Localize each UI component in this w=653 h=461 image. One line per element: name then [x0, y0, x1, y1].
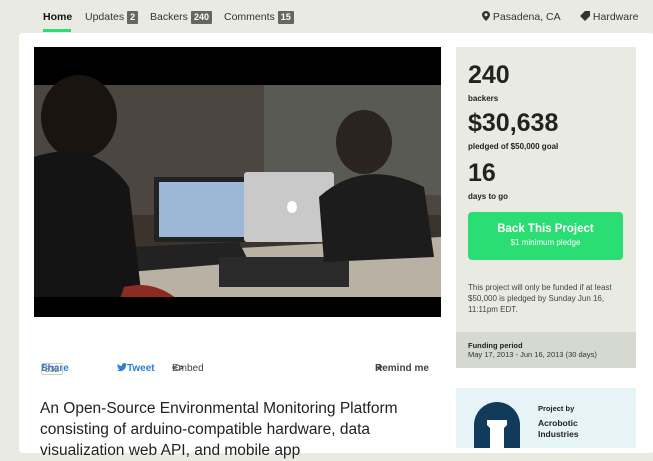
- top-nav: Home Updates 2 Backers 240 Comments 15 Pasa…: [0, 0, 653, 34]
- tab-backers[interactable]: Backers 240: [150, 11, 212, 24]
- tab-comments-label: Comments: [224, 11, 275, 23]
- minimum-pledge-label: $1 minimum pledge: [510, 238, 581, 247]
- tab-updates-label: Updates: [85, 11, 125, 23]
- project-title: An Open-Source Environmental Monitoring …: [40, 400, 398, 459]
- tweet-button[interactable]: Tweet: [117, 363, 155, 374]
- back-project-button[interactable]: Back This Project $1 minimum pledge: [468, 212, 623, 260]
- comments-count-badge: 15: [277, 11, 294, 24]
- backers-count-badge: 240: [190, 11, 212, 24]
- creator-logo[interactable]: [474, 402, 520, 448]
- back-project-label: Back This Project: [497, 223, 594, 235]
- category-label: Hardware: [592, 11, 639, 23]
- backers-label: backers: [468, 94, 499, 103]
- share-count: 832: [41, 363, 64, 375]
- active-tab-indicator: [43, 29, 71, 32]
- embed-label: Embed: [172, 363, 204, 374]
- location-label: Pasadena, CA: [492, 11, 561, 23]
- days-to-go-label: days to go: [468, 192, 509, 201]
- tab-comments[interactable]: Comments 15: [224, 11, 294, 24]
- video-thumbnail: [34, 47, 441, 317]
- tag-icon: [580, 11, 590, 21]
- funding-period: Funding period May 17, 2013 - Jun 16, 20…: [456, 332, 636, 368]
- creator-box: Project by Acrobotic Industries: [456, 388, 636, 448]
- project-video[interactable]: [34, 47, 441, 317]
- days-to-go-count: 16: [468, 159, 496, 187]
- tab-home[interactable]: Home: [43, 11, 72, 23]
- location-pin-icon: [482, 11, 490, 21]
- updates-count-badge: 2: [127, 11, 139, 24]
- creator-name[interactable]: Acrobotic Industries: [538, 418, 598, 440]
- pledged-amount: $30,638: [468, 109, 559, 137]
- funding-period-heading: Funding period: [468, 341, 523, 350]
- tab-backers-label: Backers: [150, 11, 188, 23]
- category-link[interactable]: Hardware: [580, 11, 638, 23]
- keystone-logo-icon: [487, 420, 507, 448]
- twitter-icon: [117, 363, 127, 372]
- location-link[interactable]: Pasadena, CA: [482, 11, 561, 23]
- funding-period-value: May 17, 2013 - Jun 16, 2013 (30 days): [468, 350, 597, 359]
- backers-count: 240: [468, 61, 510, 89]
- remind-label: Remind me: [375, 363, 429, 374]
- project-by-label: Project by: [538, 404, 575, 413]
- share-bar: f Share 832 Tweet <> Embed ★ Remind me: [41, 363, 441, 377]
- tab-updates[interactable]: Updates 2: [85, 11, 139, 24]
- pledged-label: pledged of $50,000 goal: [468, 142, 559, 151]
- tweet-label: Tweet: [127, 363, 155, 374]
- funding-note: This project will only be funded if at l…: [468, 283, 612, 314]
